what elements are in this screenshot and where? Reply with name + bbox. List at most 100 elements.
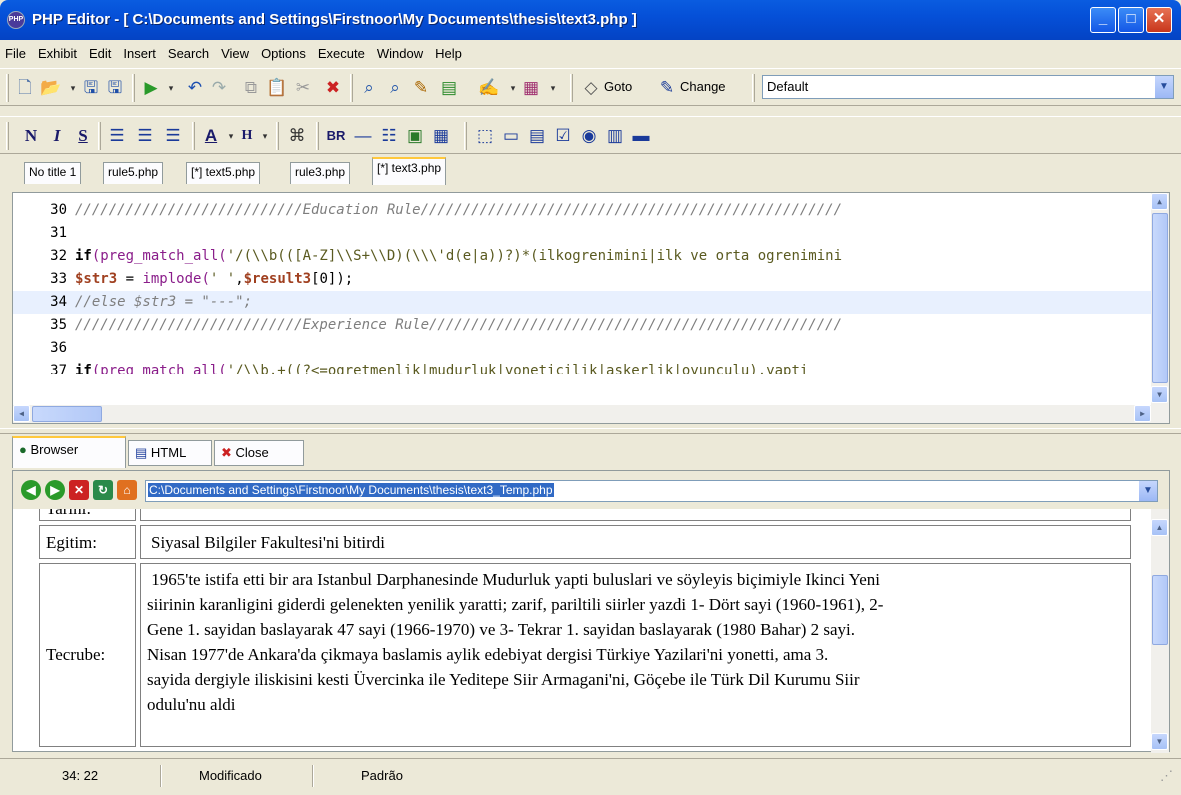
menu-execute[interactable]: Execute	[318, 46, 365, 61]
run-dropdown-icon[interactable]: ▾	[160, 77, 182, 99]
radio-icon[interactable]: ◉	[578, 125, 600, 147]
toolbar-grip[interactable]	[6, 74, 9, 102]
find-next-icon[interactable]: ⌕	[384, 77, 406, 99]
paste-icon[interactable]: 📋	[266, 77, 288, 99]
copy-icon[interactable]: ⧉	[240, 77, 262, 99]
globe-icon: ●	[19, 442, 27, 457]
highlight-icon[interactable]: ✍	[478, 77, 500, 99]
table-icon[interactable]: ▦	[430, 125, 452, 147]
align-right-icon[interactable]: ☰	[162, 125, 184, 147]
open-folder-icon[interactable]: 📂	[40, 77, 62, 99]
maximize-button[interactable]: □	[1118, 7, 1144, 33]
bookmark-icon[interactable]: ▤	[438, 77, 460, 99]
tab-text5[interactable]: [*] text5.php	[186, 162, 261, 184]
menu-file[interactable]: File	[5, 46, 26, 61]
editor-horizontal-scrollbar[interactable]: ◀ ▶	[13, 405, 1169, 423]
menu-help[interactable]: Help	[435, 46, 462, 61]
scroll-thumb[interactable]	[1152, 575, 1168, 645]
heading-dropdown-icon[interactable]: ▾	[254, 125, 276, 147]
scroll-up-icon[interactable]: ▲	[1151, 519, 1168, 536]
menu-edit[interactable]: Edit	[89, 46, 111, 61]
scroll-thumb[interactable]	[32, 406, 102, 422]
stop-icon[interactable]: ✕	[69, 480, 89, 500]
underline-button[interactable]: S	[72, 125, 94, 147]
list-icon[interactable]: ☷	[378, 125, 400, 147]
redo-icon[interactable]: ↷	[208, 77, 230, 99]
menu-exhibit[interactable]: Exhibit	[38, 46, 77, 61]
browser-vertical-scrollbar[interactable]: ▲ ▼	[1151, 509, 1169, 753]
toolbar-separator	[570, 74, 573, 102]
save-icon[interactable]: 🖫	[80, 77, 102, 99]
align-left-icon[interactable]: ☰	[106, 125, 128, 147]
scroll-left-icon[interactable]: ◀	[13, 405, 30, 422]
tab-html[interactable]: ▤ HTML	[128, 440, 212, 466]
form-icon[interactable]: ⬚	[474, 125, 496, 147]
checkbox-icon[interactable]: ☑	[552, 125, 574, 147]
bold-button[interactable]: N	[20, 125, 42, 147]
menu-bar: File Exhibit Edit Insert Search View Options Ex…	[0, 40, 1181, 68]
line-break-button[interactable]: BR	[322, 125, 350, 147]
align-center-icon[interactable]: ☰	[134, 125, 156, 147]
color-dropdown-icon[interactable]: ▾	[542, 77, 564, 99]
mode-status: Padrão	[361, 768, 403, 783]
scroll-thumb[interactable]	[1152, 213, 1168, 383]
goto-button[interactable]: Goto	[604, 79, 632, 94]
link-icon[interactable]: ⌘	[286, 125, 308, 147]
replace-icon[interactable]: ✎	[410, 77, 432, 99]
tab-close[interactable]: ✖ Close	[214, 440, 304, 466]
resize-grip-icon[interactable]: ⋰	[1160, 768, 1173, 784]
scroll-down-icon[interactable]: ▼	[1151, 386, 1168, 403]
change-icon[interactable]: ✎	[656, 77, 678, 99]
scroll-up-icon[interactable]: ▲	[1151, 193, 1168, 210]
tab-rule3[interactable]: rule3.php	[290, 162, 351, 184]
tab-text3[interactable]: [*] text3.php	[372, 157, 447, 185]
select-list-icon[interactable]: ▥	[604, 125, 626, 147]
tab-no-title-1[interactable]: No title 1	[24, 162, 82, 184]
menu-view[interactable]: View	[221, 46, 249, 61]
chevron-down-icon[interactable]: ▼	[1139, 481, 1157, 501]
save-all-icon[interactable]: 🖫	[104, 77, 126, 99]
horizontal-rule-icon[interactable]: —	[352, 125, 374, 147]
back-icon[interactable]: ◀	[21, 480, 41, 500]
toolbar-grip[interactable]	[6, 122, 9, 150]
color-icon[interactable]: ▦	[520, 77, 542, 99]
run-icon[interactable]: ▶	[140, 77, 162, 99]
home-icon[interactable]: ⌂	[117, 480, 137, 500]
new-file-icon[interactable]: 🗋	[14, 77, 36, 99]
paragraph-line: siirinin karanligini giderdi gelenekten …	[147, 595, 884, 614]
font-color-icon[interactable]: A	[200, 125, 222, 147]
pane-splitter[interactable]	[0, 428, 1181, 434]
toolbar-separator	[350, 74, 353, 102]
menu-window[interactable]: Window	[377, 46, 423, 61]
refresh-icon[interactable]: ↻	[93, 480, 113, 500]
textarea-icon[interactable]: ▤	[526, 125, 548, 147]
find-icon[interactable]: ⌕	[358, 77, 380, 99]
style-select[interactable]: Default ▼	[762, 75, 1174, 99]
menu-options[interactable]: Options	[261, 46, 306, 61]
forward-icon[interactable]: ▶	[45, 480, 65, 500]
menu-search[interactable]: Search	[168, 46, 209, 61]
scroll-down-icon[interactable]: ▼	[1151, 733, 1168, 750]
tab-browser[interactable]: ● Browser	[12, 436, 126, 468]
close-window-button[interactable]: ✕	[1146, 7, 1172, 33]
scroll-right-icon[interactable]: ▶	[1134, 405, 1151, 422]
cut-icon[interactable]: ✂	[292, 77, 314, 99]
image-icon[interactable]: ▣	[404, 125, 426, 147]
status-divider	[160, 765, 162, 787]
paragraph-line: sayida dergiyle iliskisini kesti Üvercin…	[147, 670, 860, 689]
italic-button[interactable]: I	[46, 125, 68, 147]
goto-icon[interactable]: ◇	[580, 77, 602, 99]
editor-vertical-scrollbar[interactable]: ▲ ▼	[1151, 193, 1169, 406]
undo-icon[interactable]: ↶	[184, 77, 206, 99]
change-button[interactable]: Change	[680, 79, 726, 94]
button-element-icon[interactable]: ▬	[630, 125, 652, 147]
title-bar[interactable]: PHP PHP Editor - [ C:\Documents and Sett…	[0, 0, 1181, 40]
code-editor[interactable]: 30///////////////////////////Education R…	[12, 192, 1170, 424]
address-bar[interactable]: C:\Documents and Settings\Firstnoor\My D…	[145, 480, 1158, 502]
minimize-button[interactable]: _	[1090, 7, 1116, 33]
text-field-icon[interactable]: ▭	[500, 125, 522, 147]
chevron-down-icon[interactable]: ▼	[1155, 76, 1173, 98]
tab-rule5[interactable]: rule5.php	[103, 162, 164, 184]
delete-icon[interactable]: ✖	[322, 77, 344, 99]
menu-insert[interactable]: Insert	[123, 46, 156, 61]
